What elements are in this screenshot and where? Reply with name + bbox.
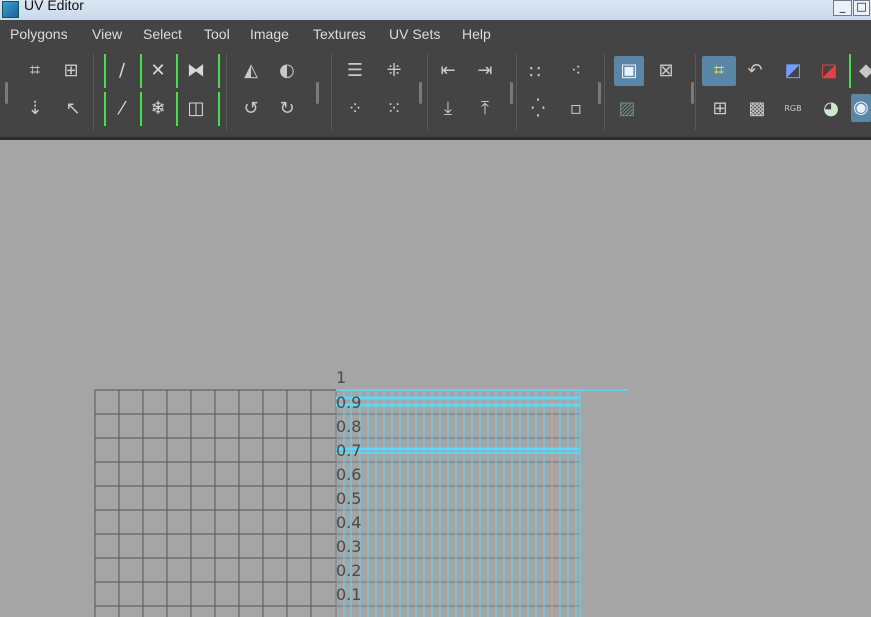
rgb-channel-icon[interactable]: RGB [780, 96, 806, 122]
toolbar-handle[interactable] [5, 82, 8, 104]
menu-help[interactable]: Help [462, 26, 491, 42]
flip-v-icon[interactable]: ◐ [274, 58, 300, 84]
tick-label: 0.3 [336, 537, 362, 556]
separator [695, 54, 696, 130]
separator [93, 54, 94, 130]
tick-label: 1 [336, 368, 347, 387]
alpha-icon[interactable]: ◉ [851, 94, 871, 122]
align-top-icon[interactable]: ⤒ [472, 96, 498, 122]
move-cluster-icon[interactable]: ⊞ [58, 58, 84, 84]
uv-viewport[interactable]: 1 0.9 0.8 0.7 0.6 0.5 0.4 0.3 0.2 0.1 [0, 140, 871, 617]
snap-grid-icon[interactable]: ⁛ [525, 96, 551, 122]
snap-minus-icon[interactable]: ▫ [563, 96, 589, 122]
menu-tool[interactable]: Tool [204, 26, 230, 42]
toolbar-handle[interactable] [419, 82, 422, 104]
distortion-icon[interactable]: ◆ [853, 58, 871, 84]
title-bar: UV Editor _ □ [0, 0, 871, 21]
separator [331, 54, 332, 130]
tick-label: 0.8 [336, 417, 362, 436]
uv-grid-icon[interactable]: ⌗ [702, 56, 736, 86]
align-right-icon[interactable]: ⇥ [472, 58, 498, 84]
stack-icon[interactable]: ☰ [342, 58, 368, 84]
uv-bands[interactable] [336, 389, 628, 454]
relax-icon[interactable]: ◫ [183, 96, 209, 122]
shade-uv-icon[interactable]: ◪ [816, 58, 842, 84]
menu-uv-sets[interactable]: UV Sets [389, 26, 440, 42]
menu-bar: Polygons View Select Tool Image Textures… [0, 20, 871, 48]
pointer-select-icon[interactable]: ↖ [60, 96, 86, 122]
rotate-ccw-icon[interactable]: ↺ [238, 96, 264, 122]
tick-label: 0.1 [336, 585, 362, 604]
separator [516, 54, 517, 130]
uv-grid-canvas[interactable] [0, 140, 871, 617]
minimize-button[interactable]: _ [833, 0, 852, 16]
tick-label: 0.6 [336, 465, 362, 484]
checker-swap-icon[interactable]: ⊠ [653, 58, 679, 84]
separator [604, 54, 605, 130]
checker-icon[interactable]: ▩ [744, 96, 770, 122]
align-left-icon[interactable]: ⇤ [435, 58, 461, 84]
menu-textures[interactable]: Textures [313, 26, 366, 42]
snap-dots-icon[interactable]: ∷ [522, 60, 548, 86]
tick-label: 0.2 [336, 561, 362, 580]
snap-add-icon[interactable]: ⁖ [563, 58, 589, 84]
tick-label: 0.9 [336, 393, 362, 412]
image-icon[interactable]: ▣ [614, 56, 644, 86]
tick-label: 0.5 [336, 489, 362, 508]
uv-shell-icon[interactable]: ↶ [742, 58, 768, 84]
unfold-icon[interactable]: ❄ [145, 96, 171, 122]
uv-shells[interactable] [343, 390, 581, 617]
rotate-cw-icon[interactable]: ↻ [274, 96, 300, 122]
menu-polygons[interactable]: Polygons [10, 26, 68, 42]
app-icon [2, 1, 19, 18]
toolbar-handle[interactable] [691, 82, 694, 104]
toolbar-handle[interactable] [510, 82, 513, 104]
merge-icon[interactable]: ⁄ [109, 96, 135, 122]
menu-image[interactable]: Image [250, 26, 289, 42]
color-wheel-icon[interactable]: ◕ [818, 96, 844, 122]
cut-icon[interactable]: ∕ [109, 58, 135, 84]
sew-icon[interactable]: ✕ [145, 58, 171, 84]
tick-label: 0.4 [336, 513, 362, 532]
window-title: UV Editor [24, 0, 84, 13]
grid-lines-left [94, 389, 337, 617]
uv-toolbar: ⌗ ⊞ ⇣ ↖ ∕ ✕ ⧓ ⁄ ❄ ◫ ◭ ◐ ↺ ↻ ☰ ⁜ ⁘ ⁙ ⇤ ⇥ … [0, 48, 871, 138]
menu-select[interactable]: Select [143, 26, 182, 42]
pack-icon[interactable]: ⁙ [381, 96, 407, 122]
separator [427, 54, 428, 130]
tick-label: 0.7 [336, 441, 362, 460]
scatter-icon[interactable]: ⁘ [342, 96, 368, 122]
toolbar-handle[interactable] [598, 82, 601, 104]
grid-lines-right [335, 390, 580, 617]
toolbar-handle[interactable] [316, 82, 319, 104]
checker-grid-icon[interactable]: ⊞ [707, 96, 733, 122]
maximize-button[interactable]: □ [853, 0, 870, 16]
rotate-icon[interactable]: ◩ [780, 58, 806, 84]
menu-view[interactable]: View [92, 26, 122, 42]
align-bottom-icon[interactable]: ⤓ [435, 96, 461, 122]
split-icon[interactable]: ⧓ [183, 58, 209, 84]
flip-u-icon[interactable]: ◭ [238, 58, 264, 84]
grid-dots-icon[interactable]: ⁜ [381, 58, 407, 84]
separator [226, 54, 227, 130]
lasso-select-icon[interactable]: ⇣ [22, 96, 48, 122]
image-dim-icon[interactable]: ▨ [614, 96, 640, 122]
grid-select-icon[interactable]: ⌗ [22, 58, 48, 84]
